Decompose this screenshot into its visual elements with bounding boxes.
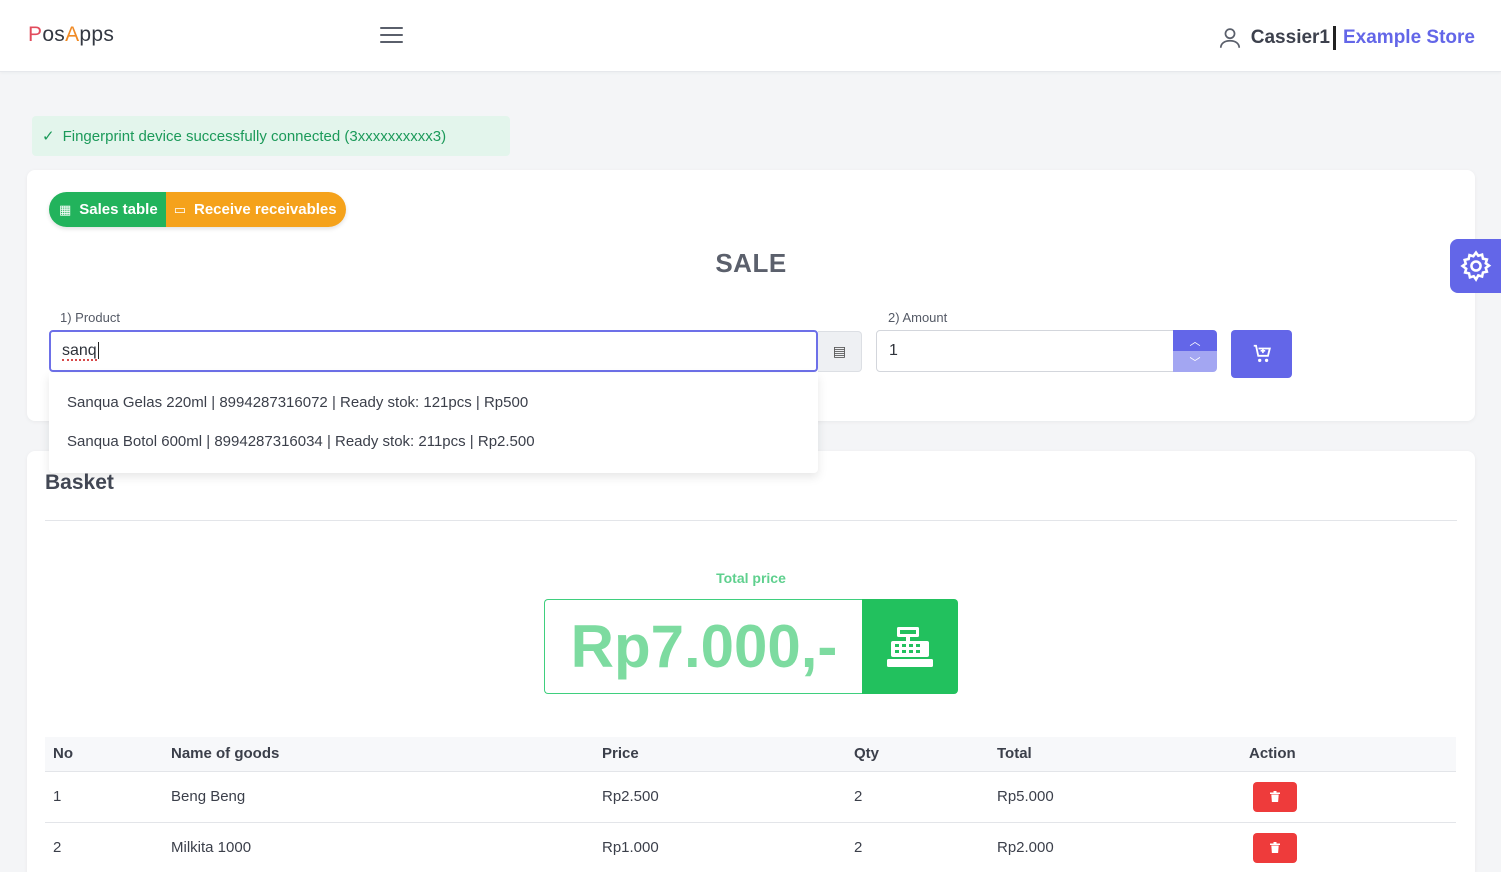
delete-button[interactable] — [1253, 832, 1297, 863]
row-name: Beng Beng — [163, 771, 594, 823]
product-suggestions-dropdown: Sanqua Gelas 220ml | 8994287316072 | Rea… — [49, 373, 818, 473]
amount-input[interactable]: 1 — [876, 330, 1174, 372]
amount-stepper: ︿ ﹀ — [1173, 330, 1217, 372]
barcode-scan-button[interactable]: ▤ — [818, 331, 862, 372]
delete-button[interactable] — [1253, 781, 1297, 812]
row-no: 1 — [45, 771, 163, 823]
fingerprint-alert: ✓ Fingerprint device successfully connec… — [32, 116, 510, 156]
row-qty: 2 — [846, 822, 989, 872]
trash-icon — [1270, 791, 1280, 802]
row-action — [1241, 771, 1456, 823]
alert-text: Fingerprint device successfully connecte… — [62, 127, 447, 145]
row-action — [1241, 822, 1456, 872]
trash-icon — [1270, 842, 1280, 853]
row-name: Milkita 1000 — [163, 822, 594, 872]
basket-card: Basket Total price Rp7.000,- No Name of … — [27, 451, 1475, 872]
table-row: 1 Beng Beng Rp2.500 2 Rp5.000 — [45, 771, 1456, 823]
user-name: Cassier1 — [1250, 27, 1330, 48]
settings-button[interactable] — [1450, 239, 1501, 293]
product-label: 1) Product — [60, 310, 120, 325]
decrement-icon[interactable]: ﹀ — [1173, 351, 1217, 372]
gear-icon — [1459, 250, 1491, 282]
row-total: Rp5.000 — [989, 771, 1241, 823]
store-name[interactable]: Example Store — [1343, 27, 1475, 49]
row-total: Rp2.000 — [989, 822, 1241, 872]
barcode-icon: ▤ — [832, 343, 847, 359]
app-logo[interactable]: PosApps — [28, 23, 114, 47]
divider — [45, 520, 1457, 521]
check-icon: ✓ — [42, 128, 55, 145]
column-header: Qty — [846, 737, 989, 772]
total-price-label: Total price — [716, 570, 786, 586]
sale-action-buttons: ▦ Sales table ▭ Receive receivables — [49, 192, 346, 227]
row-price: Rp1.000 — [594, 822, 846, 872]
row-price: Rp2.500 — [594, 771, 846, 823]
column-header: Total — [989, 737, 1241, 772]
product-search-input[interactable]: sanq — [49, 330, 818, 372]
user-icon — [1219, 28, 1240, 48]
total-price-value: Rp7.000,- — [544, 599, 863, 694]
cash-register-icon — [887, 626, 933, 667]
cart-icon — [1253, 344, 1271, 363]
increment-icon[interactable]: ︿ — [1173, 330, 1217, 351]
table-icon: ▦ — [59, 201, 72, 217]
column-header: No — [45, 737, 163, 772]
basket-table: No Name of goods Price Qty Total Action … — [45, 737, 1456, 872]
divider — [1333, 26, 1336, 50]
card-icon: ▭ — [173, 201, 186, 217]
checkout-button[interactable] — [862, 599, 958, 694]
table-header-row: No Name of goods Price Qty Total Action — [45, 737, 1456, 772]
page-title: SALE — [715, 248, 787, 278]
suggestion-item[interactable]: Sanqua Botol 600ml | 8994287316034 | Rea… — [49, 422, 818, 461]
menu-toggle-icon[interactable] — [380, 27, 403, 44]
amount-label: 2) Amount — [888, 310, 948, 325]
top-navbar: PosApps Cassier1 Example Store — [0, 0, 1501, 72]
column-header: Action — [1241, 737, 1456, 772]
suggestion-item[interactable]: Sanqua Gelas 220ml | 8994287316072 | Rea… — [49, 383, 818, 422]
row-no: 2 — [45, 822, 163, 872]
receive-receivables-button[interactable]: ▭ Receive receivables — [165, 192, 346, 227]
basket-title: Basket — [45, 471, 114, 494]
column-header: Price — [594, 737, 846, 772]
column-header: Name of goods — [163, 737, 594, 772]
add-to-cart-button[interactable] — [1231, 330, 1292, 378]
row-qty: 2 — [846, 771, 989, 823]
sales-table-button[interactable]: ▦ Sales table — [49, 192, 166, 227]
user-info: Cassier1 Example Store — [1217, 22, 1475, 54]
table-row: 2 Milkita 1000 Rp1.000 2 Rp2.000 — [45, 822, 1456, 872]
